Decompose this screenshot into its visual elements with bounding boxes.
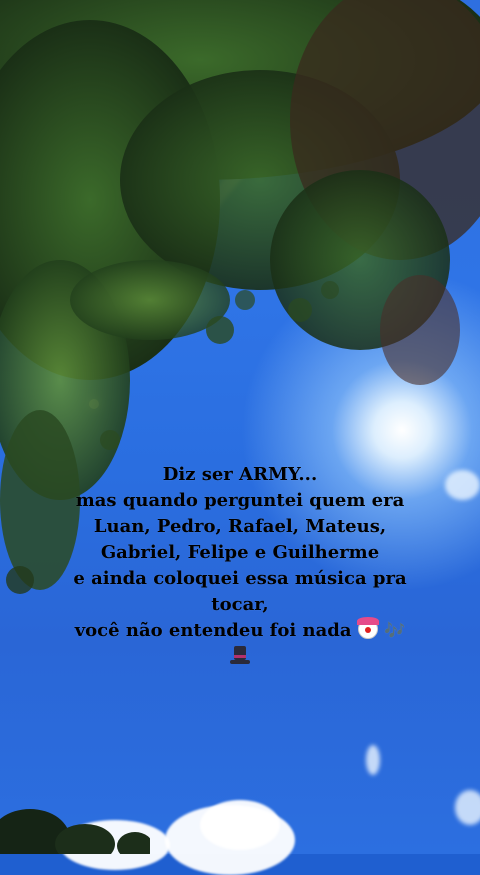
story-caption: Diz ser ARMY... mas quando perguntei que… [60, 462, 420, 670]
top-hat-icon [230, 646, 250, 666]
bush-silhouette [0, 809, 150, 854]
caption-emoji-line [60, 644, 420, 670]
caption-line: Gabriel, Felipe e Guilherme [100, 542, 380, 563]
caption-line: e ainda coloquei essa música pra [73, 568, 407, 589]
story-background-photo [0, 0, 480, 875]
caption-line: você não entendeu foi nada [74, 620, 352, 641]
cloud [455, 790, 480, 825]
cloud [445, 470, 480, 500]
clown-face-icon [356, 617, 379, 639]
caption-last-line: você não entendeu foi nada 🎶 [60, 617, 420, 644]
caption-line: mas quando perguntei quem era [75, 490, 405, 511]
caption-line: tocar, [211, 594, 269, 615]
caption-line: Diz ser ARMY... [162, 464, 318, 485]
caption-line: Luan, Pedro, Rafael, Mateus, [93, 516, 387, 537]
musical-notes-icon: 🎶 [384, 621, 406, 641]
cloud [200, 800, 280, 850]
cloud [366, 745, 380, 775]
